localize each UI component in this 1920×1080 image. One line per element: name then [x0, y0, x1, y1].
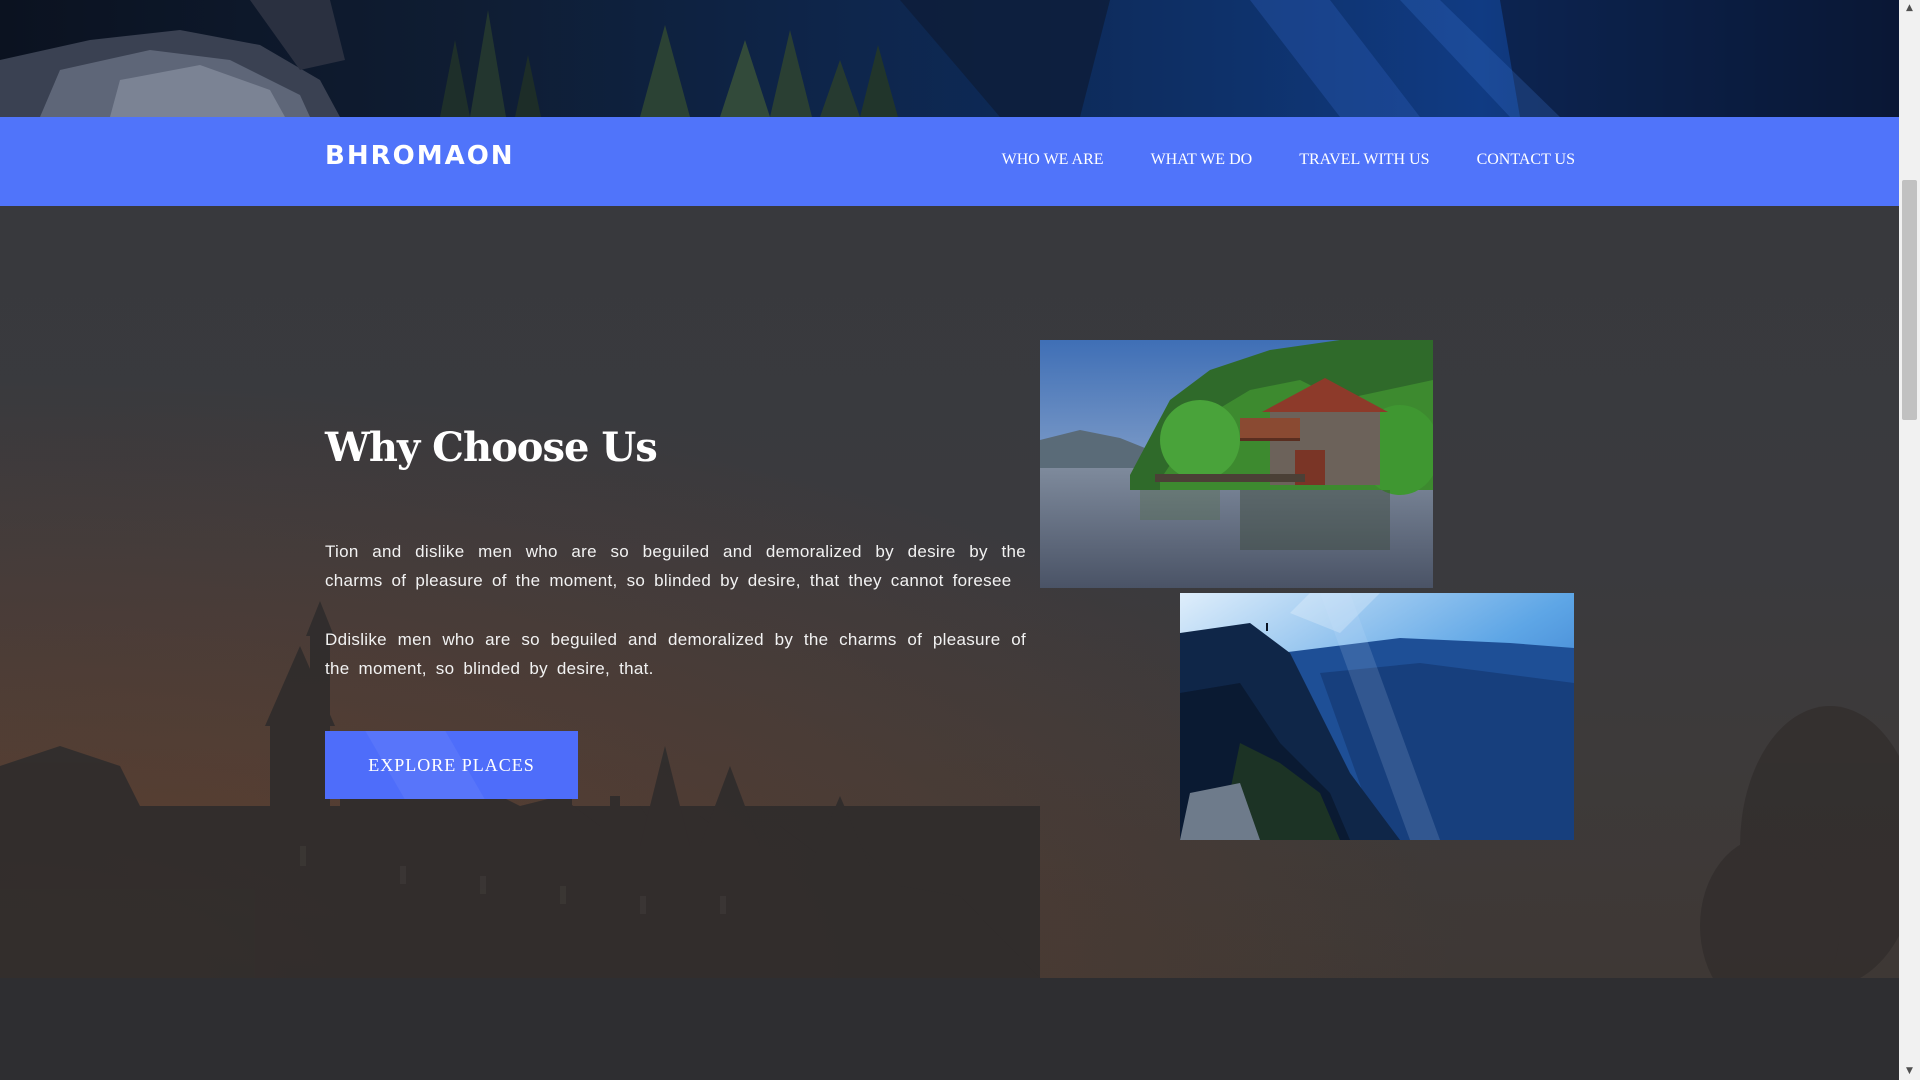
nav-link-who-we-are[interactable]: WHO WE ARE: [1002, 151, 1104, 169]
nav-menu: WHO WE ARE WHAT WE DO TRAVEL WITH US CON…: [1002, 151, 1575, 169]
brand-logo[interactable]: BHROMAON: [325, 141, 515, 171]
scroll-down-arrow[interactable]: ▼: [1899, 1063, 1920, 1080]
explore-places-button[interactable]: EXPLORE PLACES: [325, 731, 578, 799]
section-paragraph-2: Ddislike men who are so beguiled and dem…: [325, 630, 1026, 678]
scroll-up-arrow[interactable]: ▲: [1899, 0, 1920, 17]
page: BHROMAON WHO WE ARE WHAT WE DO TRAVEL WI…: [0, 0, 1920, 1080]
bottom-section: [0, 978, 1899, 1080]
explore-places-button-label: EXPLORE PLACES: [368, 754, 535, 775]
triangle-up-icon: ▲: [1906, 3, 1913, 13]
navbar: BHROMAON WHO WE ARE WHAT WE DO TRAVEL WI…: [0, 117, 1899, 206]
nav-link-contact-us[interactable]: CONTACT US: [1477, 151, 1575, 169]
nav-link-what-we-do[interactable]: WHAT WE DO: [1151, 151, 1253, 169]
scrollbar[interactable]: ▲ ▼: [1899, 0, 1920, 1080]
section-paragraph-1: Tion and dislike men who are so beguiled…: [325, 542, 1026, 590]
triangle-down-icon: ▼: [1906, 1066, 1913, 1076]
lake-boathouse-photo: [1040, 340, 1433, 588]
hero-background-image: [0, 0, 1899, 117]
section-heading: Why Choose Us: [325, 424, 658, 471]
why-choose-us-section: Why Choose Us Tion and dislike men who a…: [0, 206, 1899, 978]
mountain-valley-photo: [1180, 593, 1574, 840]
nav-link-travel-with-us[interactable]: TRAVEL WITH US: [1299, 151, 1429, 169]
scroll-thumb[interactable]: [1902, 180, 1917, 420]
